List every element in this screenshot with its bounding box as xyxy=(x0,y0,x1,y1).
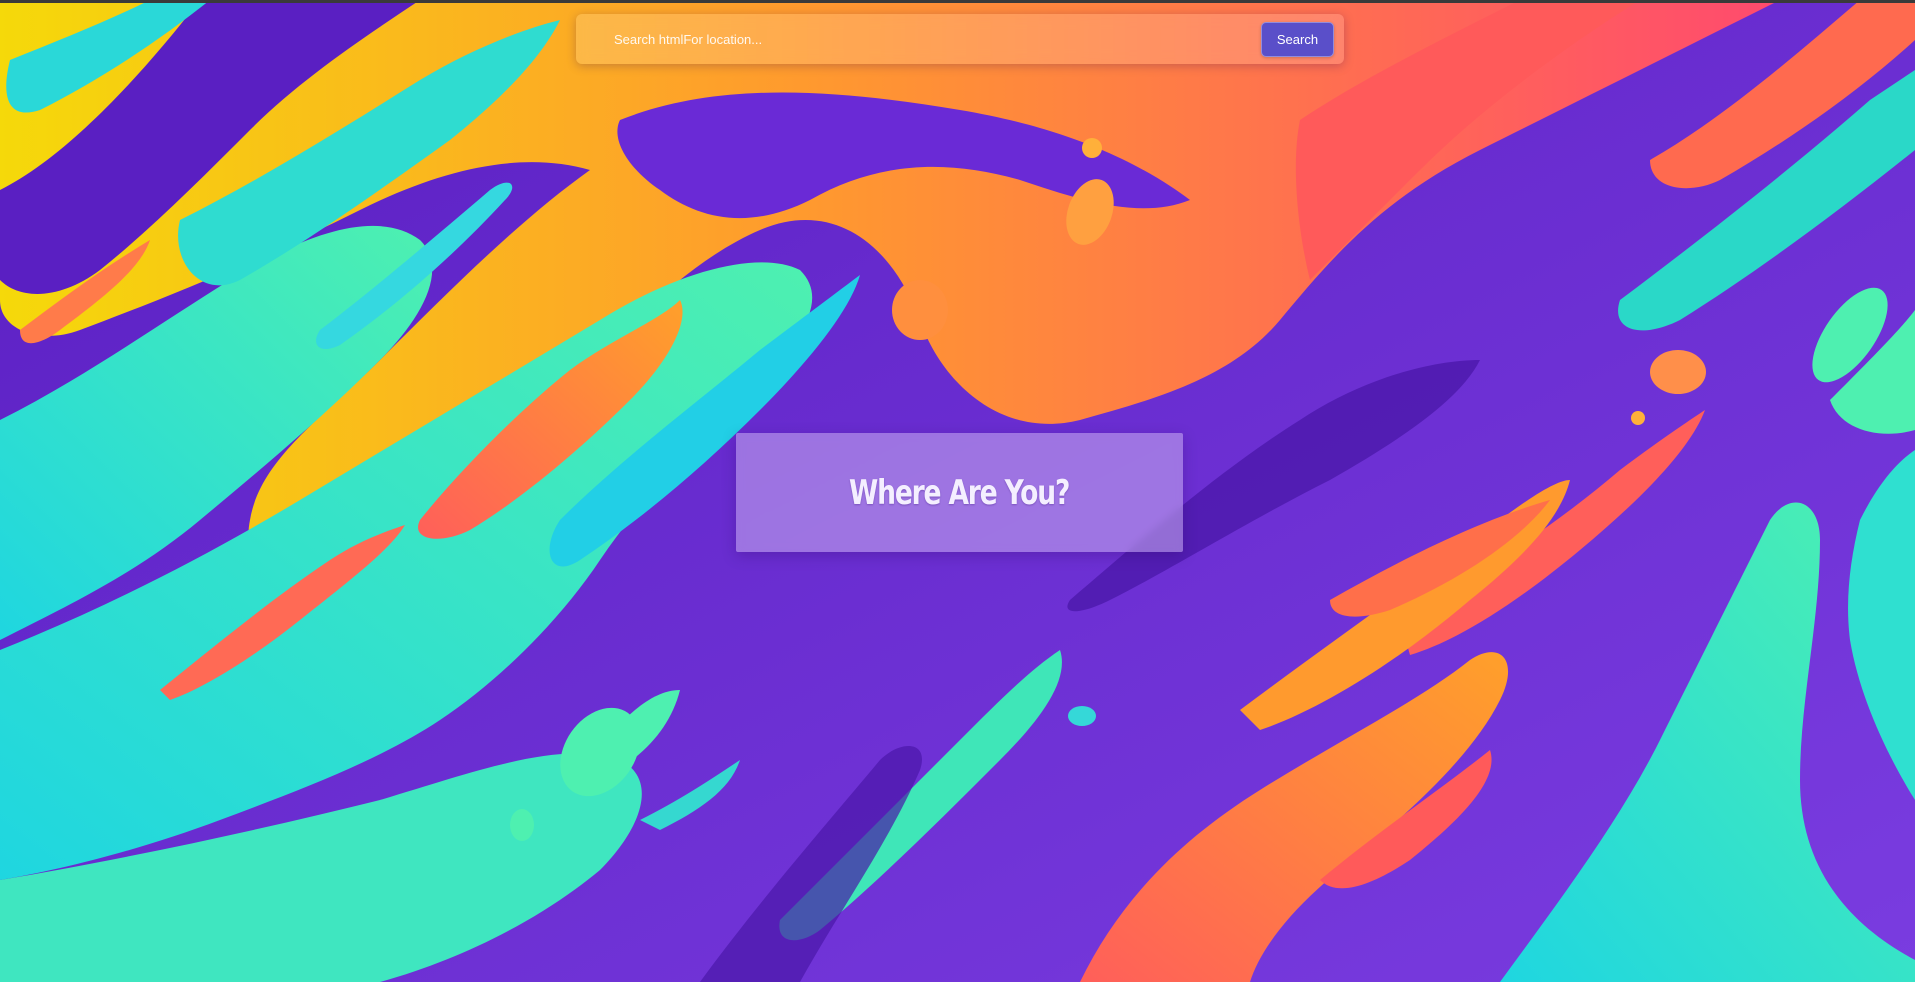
search-bar: Search xyxy=(576,14,1344,64)
search-input[interactable] xyxy=(614,21,1261,57)
hero-card: Where Are You? xyxy=(736,433,1183,552)
page: Search Where Are You? xyxy=(0,0,1915,982)
search-button[interactable]: Search xyxy=(1261,21,1334,57)
window-top-border xyxy=(0,0,1915,3)
hero-title: Where Are You? xyxy=(849,472,1070,513)
